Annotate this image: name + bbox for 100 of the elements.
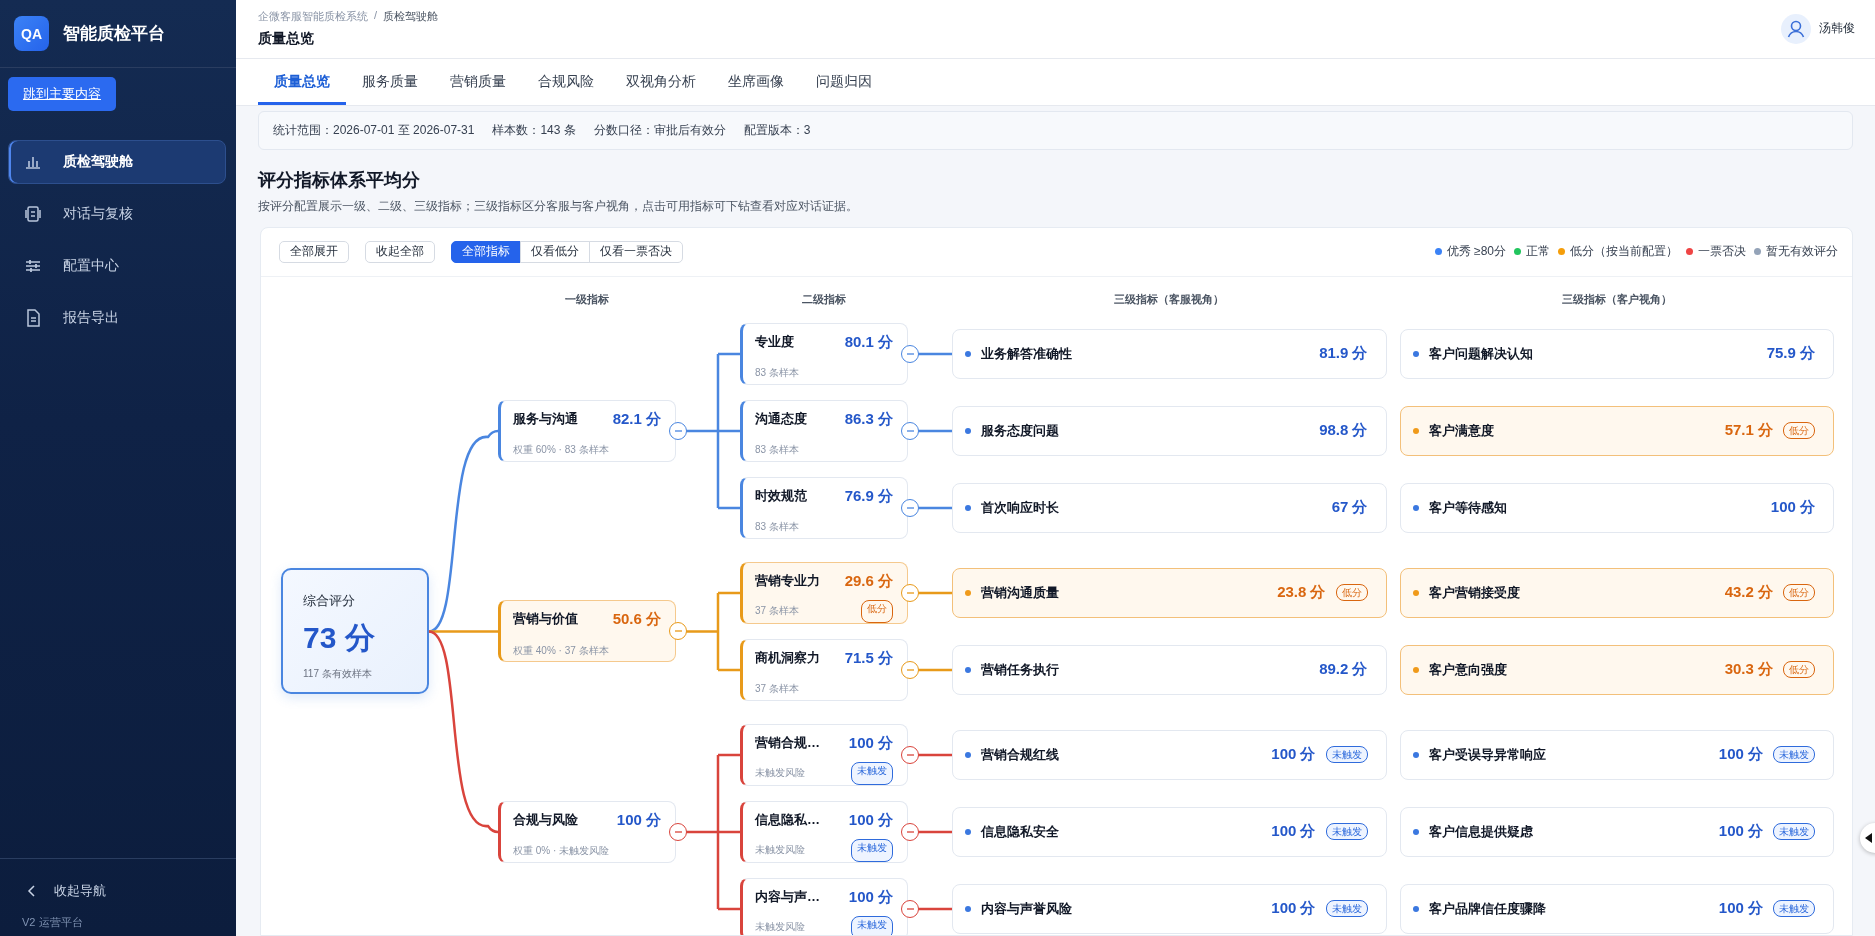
page-title: 质量总览 [258, 30, 315, 49]
overall-score-card[interactable]: 综合评分 73 分 117 条有效样本 [281, 568, 429, 694]
triangle-left-icon [1865, 833, 1873, 843]
metric-card[interactable]: 营销沟通质量 23.8 分 低分 [952, 567, 1387, 618]
stat-text: 样本数：143 条 [492, 121, 576, 139]
metric-card[interactable]: 客户信息提供疑虑 100 分 未触发 [1399, 806, 1834, 857]
minus-icon [906, 668, 914, 671]
level-two-node[interactable]: 时效规范 76.9 分 83 条样本 [740, 476, 908, 539]
skip-link[interactable]: 跳到主要内容 [8, 77, 116, 111]
metric-card[interactable]: 客户意向强度 30.3 分 低分 [1399, 644, 1834, 695]
indicator-meta: 未触发风险 [755, 766, 806, 781]
status-tag: 未触发 [851, 839, 893, 862]
metric-name: 客户受误导异常响应 [1428, 745, 1547, 764]
nav-item[interactable]: 配置中心 [8, 244, 226, 288]
metric-card[interactable]: 营销合规红线 100 分 未触发 [952, 729, 1387, 780]
tab[interactable]: 质量总览 [258, 61, 346, 106]
tab[interactable]: 服务质量 [346, 61, 434, 106]
minus-icon [906, 506, 914, 509]
nav-item[interactable]: 质检驾驶舱 [8, 140, 226, 184]
indicator-score: 86.3 分 [844, 409, 893, 429]
status-tag: 未触发 [1325, 823, 1368, 840]
status-tag: 低分 [1335, 584, 1368, 601]
user-name: 汤韩俊 [1819, 20, 1855, 38]
metric-card[interactable]: 内容与声誉风险 100 分 未触发 [952, 883, 1387, 934]
status-tag: 未触发 [1773, 746, 1815, 763]
indicator-name: 商机洞察力 [755, 648, 821, 667]
level-two-node[interactable]: 信息隐私… 100 分 未触发风险 未触发 [740, 800, 908, 863]
status-tag: 未触发 [851, 762, 893, 785]
metric-name: 首次响应时长 [981, 498, 1060, 517]
nav-item[interactable]: 对话与复核 [8, 192, 226, 236]
status-tag: 未触发 [851, 916, 893, 935]
minus-icon [906, 907, 914, 910]
toolbar-button[interactable]: 全部展开 [279, 240, 349, 263]
tab[interactable]: 合规风险 [522, 61, 610, 106]
metric-name: 客户等待感知 [1428, 498, 1508, 517]
toolbar-button[interactable]: 收起全部 [365, 240, 435, 263]
tab[interactable]: 营销质量 [434, 61, 522, 106]
legend-label: 正常 [1526, 243, 1550, 260]
connector-line [917, 753, 952, 756]
metric-card[interactable]: 首次响应时长 67 分 [952, 482, 1387, 533]
metric-card[interactable]: 业务解答准确性 81.9 分 [952, 328, 1387, 379]
metric-card[interactable]: 客户受误导异常响应 100 分 未触发 [1399, 729, 1834, 780]
level-two-node[interactable]: 内容与声… 100 分 未触发风险 未触发 [740, 877, 908, 935]
level-two-node[interactable]: 沟通态度 86.3 分 83 条样本 [740, 399, 908, 462]
column-header: 三级指标（客服视角） [1113, 292, 1226, 307]
metric-score: 100 分 [1718, 822, 1763, 841]
status-dot [965, 427, 971, 434]
level-one-node[interactable]: 合规与风险 100 分 权重 0% · 未触发风险 [498, 800, 676, 863]
metric-card[interactable]: 信息隐私安全 100 分 未触发 [952, 806, 1387, 857]
filter-toggle[interactable]: 仅看一票否决 [589, 240, 683, 263]
status-tag: 未触发 [1325, 746, 1368, 763]
filter-toggle[interactable]: 全部指标 [451, 240, 521, 263]
status-dot [1412, 350, 1419, 357]
status-tag: 低分 [1783, 422, 1815, 439]
level-two-node[interactable]: 商机洞察力 71.5 分 37 条样本 [740, 638, 908, 701]
level-two-node[interactable]: 营销专业力 29.6 分 37 条样本 低分 [740, 561, 908, 624]
nav-item[interactable]: 报告导出 [8, 296, 226, 340]
metric-card[interactable]: 客户等待感知 100 分 [1399, 482, 1834, 533]
indicator-meta: 83 条样本 [755, 520, 800, 534]
minus-icon [674, 429, 682, 432]
overall-score-value: 73 分 [303, 620, 376, 656]
level-one-node[interactable]: 服务与沟通 82.1 分 权重 60% · 83 条样本 [498, 399, 676, 462]
indicator-name: 专业度 [755, 332, 795, 351]
metric-name: 营销合规红线 [981, 745, 1060, 764]
indicator-meta: 权重 0% · 未触发风险 [513, 844, 611, 858]
metric-score: 75.9 分 [1766, 344, 1815, 363]
collapse-nav-button[interactable]: 收起导航 [0, 877, 236, 905]
minus-icon [906, 753, 914, 756]
indicator-name: 营销与价值 [513, 610, 579, 628]
status-tag: 低分 [1783, 584, 1815, 601]
indicator-meta: 权重 40% · 37 条样本 [513, 643, 610, 658]
metric-card[interactable]: 客户品牌信任度骤降 100 分 未触发 [1399, 883, 1834, 934]
level-two-node[interactable]: 专业度 80.1 分 83 条样本 [740, 322, 908, 385]
metric-card[interactable]: 服务态度问题 98.8 分 [952, 405, 1387, 456]
indicator-score: 82.1 分 [612, 409, 661, 429]
status-dot [965, 350, 971, 357]
legend-label: 优秀 ≥80分 [1446, 243, 1506, 260]
chevron-left-icon [26, 884, 36, 898]
section-title: 评分指标体系平均分 [258, 168, 421, 192]
indicator-score: 50.6 分 [612, 610, 661, 629]
tab[interactable]: 双视角分析 [610, 61, 712, 106]
minus-icon [906, 429, 914, 432]
indicator-score: 76.9 分 [844, 486, 893, 506]
filter-toggle[interactable]: 仅看低分 [520, 240, 590, 263]
status-tag: 未触发 [1773, 900, 1815, 917]
connector-line [917, 830, 952, 833]
metric-name: 客户问题解决认知 [1428, 344, 1534, 363]
metric-card[interactable]: 客户满意度 57.1 分 低分 [1399, 405, 1834, 456]
metric-name: 客户意向强度 [1428, 660, 1508, 679]
metric-card[interactable]: 客户问题解决认知 75.9 分 [1399, 328, 1834, 379]
tab[interactable]: 问题归因 [800, 61, 888, 106]
metric-score: 98.8 分 [1319, 421, 1368, 440]
level-one-node[interactable]: 营销与价值 50.6 分 权重 40% · 37 条样本 [498, 600, 676, 662]
status-dot [1412, 905, 1419, 912]
metric-card[interactable]: 客户营销接受度 43.2 分 低分 [1399, 567, 1834, 618]
tab[interactable]: 坐席画像 [712, 61, 800, 106]
indicator-name: 合规与风险 [513, 810, 579, 829]
sample-count: 117 条有效样本 [303, 667, 373, 681]
metric-card[interactable]: 营销任务执行 89.2 分 [952, 644, 1387, 695]
level-two-node[interactable]: 营销合规… 100 分 未触发风险 未触发 [740, 723, 908, 786]
